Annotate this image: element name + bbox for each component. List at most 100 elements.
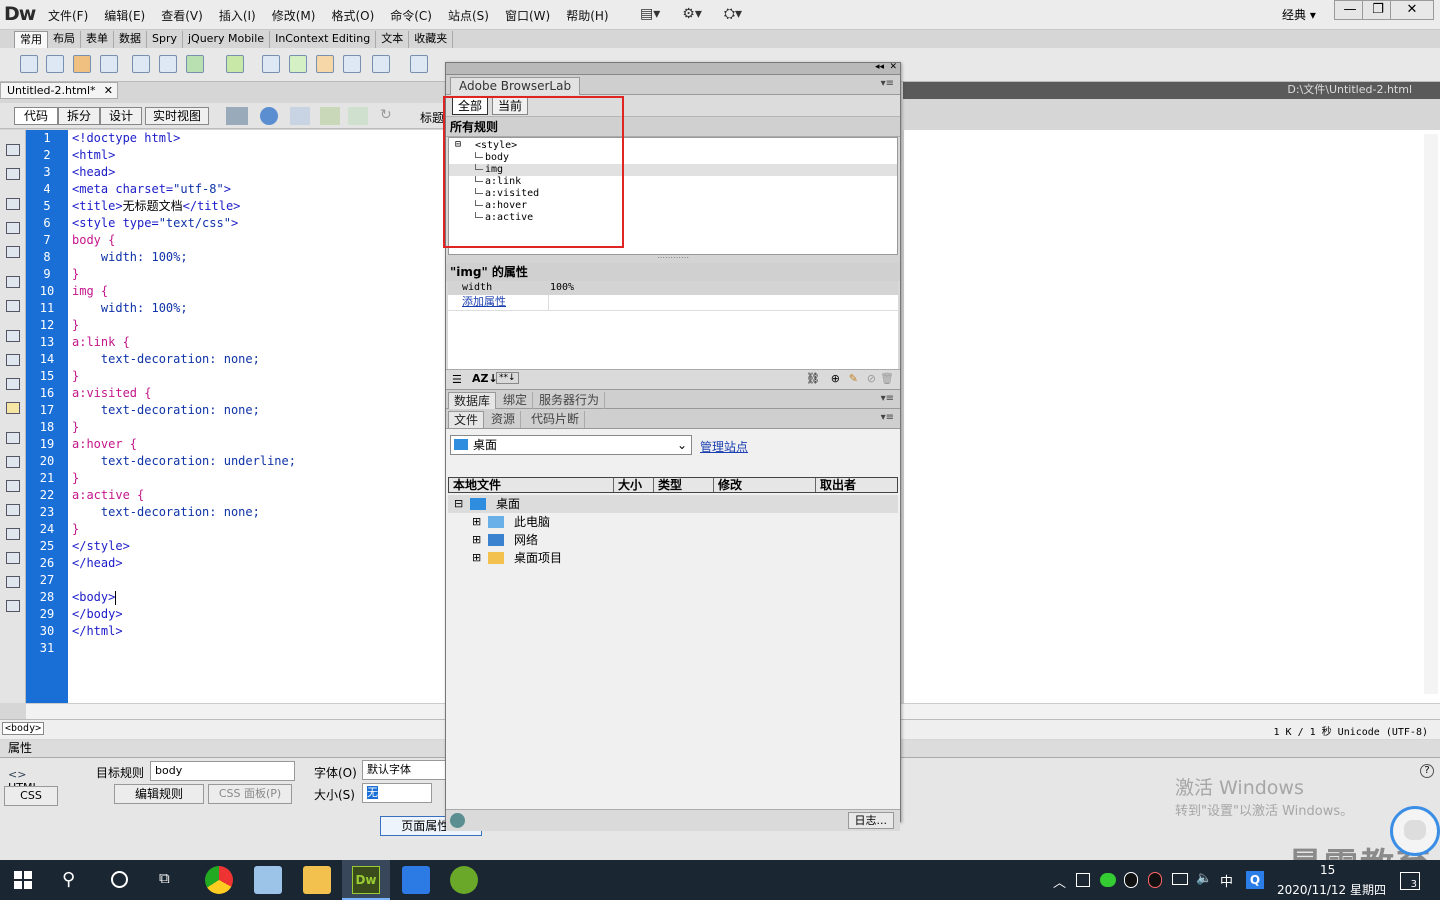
collapse-tag-icon[interactable] — [6, 168, 20, 180]
files-column-header[interactable]: 大小 — [613, 478, 642, 492]
comment-icon[interactable] — [343, 55, 361, 73]
task-view-icon[interactable]: ⧉ — [159, 869, 170, 887]
line-numbers-icon[interactable] — [6, 300, 20, 312]
green-app-icon[interactable] — [450, 866, 478, 894]
code-line[interactable]: <!doctype html> — [68, 130, 445, 147]
site-icon[interactable]: ⛭▾ — [724, 6, 742, 22]
outdent-icon[interactable] — [6, 576, 20, 588]
close-panel-icon[interactable]: ✕ — [889, 62, 897, 72]
file-row[interactable]: ⊞ 此电脑 — [448, 513, 898, 531]
validate-icon[interactable] — [320, 107, 340, 125]
collapse-selection-icon[interactable] — [6, 198, 20, 210]
add-property-link[interactable]: 添加属性 — [462, 295, 506, 309]
dreamweaver-taskbar-item[interactable]: Dw — [342, 860, 390, 900]
code-view-button[interactable]: 代码 — [14, 107, 58, 125]
category-view-icon[interactable]: ☰ — [452, 373, 462, 386]
insert-tab[interactable]: 文本 — [376, 31, 410, 48]
font-select[interactable]: 默认字体 — [362, 760, 446, 780]
delete-icon[interactable]: 🗑 — [880, 372, 894, 385]
workspace-switcher[interactable]: 经典 ▾ — [1282, 6, 1316, 23]
cortana-icon[interactable] — [111, 871, 128, 888]
menu-item[interactable]: 站点(S) — [440, 7, 497, 24]
set-properties-icon[interactable]: **↓ — [496, 372, 519, 384]
code-line[interactable]: } — [68, 419, 445, 436]
code-line[interactable]: <body> — [68, 589, 445, 606]
visual-aids-icon[interactable] — [348, 107, 368, 125]
div-icon[interactable] — [159, 55, 177, 73]
media-icon[interactable] — [226, 55, 244, 73]
insert-tab[interactable]: Spry — [147, 31, 183, 48]
code-line[interactable]: width: 100%; — [68, 249, 445, 266]
design-view-button[interactable]: 设计 — [100, 107, 142, 125]
css-button[interactable]: CSS — [4, 786, 58, 806]
close-button[interactable]: ✕ — [1390, 0, 1434, 20]
open-documents-icon[interactable] — [6, 144, 20, 156]
menu-item[interactable]: 编辑(E) — [96, 7, 153, 24]
file-row[interactable]: ⊟ 桌面 — [448, 495, 898, 513]
q-app-icon[interactable]: Q — [1246, 871, 1264, 889]
pane-splitter[interactable]: ⋯⋯⋯⋯ — [446, 254, 900, 263]
indent-icon[interactable] — [6, 552, 20, 564]
move-css-icon[interactable] — [6, 528, 20, 540]
code-line[interactable]: text-decoration: none; — [68, 351, 445, 368]
menu-item[interactable]: 文件(F) — [40, 7, 96, 24]
code-line[interactable]: text-decoration: underline; — [68, 453, 445, 470]
code-line[interactable]: } — [68, 521, 445, 538]
files-column-header[interactable]: 类型 — [653, 478, 682, 492]
tab-files[interactable]: 文件 — [448, 411, 485, 428]
files-column-header[interactable]: 修改 — [713, 478, 742, 492]
code-line[interactable]: <style type="text/css"> — [68, 215, 445, 232]
site-select[interactable]: 桌面 ⌄ — [450, 435, 692, 455]
recent-snippets-icon[interactable] — [6, 504, 20, 516]
syntax-error-icon[interactable] — [6, 354, 20, 366]
menu-item[interactable]: 命令(C) — [382, 7, 440, 24]
clock-date[interactable]: 2020/11/12 星期四 — [1277, 881, 1386, 898]
code-line[interactable]: a:link { — [68, 334, 445, 351]
info-bar-icon[interactable] — [6, 402, 20, 414]
code-line[interactable]: } — [68, 368, 445, 385]
size-select[interactable]: 无 — [362, 783, 432, 803]
property-value[interactable]: 100% — [550, 281, 574, 295]
files-menu-icon[interactable]: ▾≡ — [881, 412, 894, 423]
tab-bindings[interactable]: 绑定 — [498, 392, 534, 409]
file-row[interactable]: ⊞ 网络 — [448, 531, 898, 549]
hr-icon[interactable] — [100, 55, 118, 73]
balance-braces-icon[interactable] — [6, 276, 20, 288]
date-icon[interactable] — [262, 55, 280, 73]
target-rule-select[interactable]: body — [150, 761, 295, 781]
word-wrap-icon[interactable] — [6, 378, 20, 390]
network-icon[interactable] — [1172, 873, 1188, 885]
panel-menu-icon[interactable]: ▾≡ — [881, 78, 894, 89]
wrap-tag-icon[interactable] — [6, 480, 20, 492]
insert-tab[interactable]: 常用 — [14, 31, 48, 48]
layout-icon[interactable]: ▤▾ — [640, 6, 660, 22]
code-line[interactable]: body { — [68, 232, 445, 249]
remove-comment-icon[interactable] — [6, 456, 20, 468]
menu-item[interactable]: 帮助(H) — [558, 7, 616, 24]
code-line[interactable]: a:visited { — [68, 385, 445, 402]
apply-comment-icon[interactable] — [6, 432, 20, 444]
tab-database[interactable]: 数据库 — [448, 392, 497, 409]
edit-rule-icon[interactable]: ✎ — [849, 372, 858, 385]
robot-avatar-icon[interactable] — [1390, 806, 1440, 856]
refresh-icon[interactable]: ↻ — [380, 107, 396, 125]
log-button[interactable]: 日志... — [847, 812, 894, 829]
code-line[interactable]: } — [68, 266, 445, 283]
new-rule-icon[interactable]: ⊕ — [831, 372, 840, 385]
file-explorer-icon[interactable] — [303, 866, 331, 894]
highlight-invalid-icon[interactable] — [6, 330, 20, 342]
image-icon[interactable] — [186, 55, 204, 73]
server-include-icon[interactable] — [316, 55, 334, 73]
calendar-icon[interactable] — [289, 55, 307, 73]
expand-all-icon[interactable] — [6, 222, 20, 234]
insert-tab[interactable]: jQuery Mobile — [183, 31, 271, 48]
group-menu-icon[interactable]: ▾≡ — [881, 393, 894, 404]
code-line[interactable]: a:hover { — [68, 436, 445, 453]
menu-item[interactable]: 查看(V) — [153, 7, 211, 24]
live-view-button[interactable]: 实时视图 — [145, 107, 209, 125]
code-line[interactable]: </body> — [68, 606, 445, 623]
code-line[interactable]: <title>无标题文档</title> — [68, 198, 445, 215]
multiscreen-icon[interactable] — [226, 107, 248, 125]
insert-tab[interactable]: 布局 — [48, 31, 81, 48]
files-column-header[interactable]: 取出者 — [815, 478, 856, 492]
